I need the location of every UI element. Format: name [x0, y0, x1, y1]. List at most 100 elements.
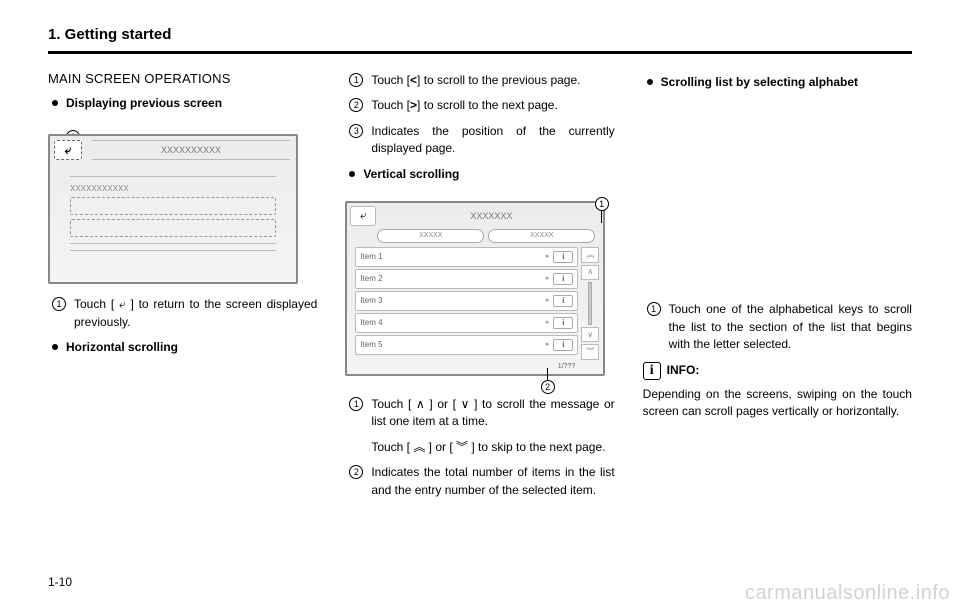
bullet-icon	[52, 344, 58, 350]
chevron-right-icon: ▸	[546, 318, 550, 328]
list-item[interactable]: Item 1▸i	[355, 247, 578, 267]
page-up-button[interactable]: ︽	[581, 247, 599, 263]
figure-title: XXXXXXX	[379, 203, 603, 229]
step-number: 1	[349, 73, 363, 87]
info-label: INFO:	[667, 362, 700, 379]
page-down-button[interactable]: ︾	[581, 344, 599, 360]
chevron-right-icon: ▸	[546, 340, 550, 350]
figure-titlebar: ⤶ XXXXXXXXXX	[50, 136, 296, 164]
figure-placeholder-blank	[643, 99, 912, 299]
step-number: 3	[349, 124, 363, 138]
figure-placeholder-row	[70, 197, 276, 215]
step-text: Touch [ ∧ ] or [ ∨ ] to scroll the messa…	[371, 396, 614, 431]
columns: MAIN SCREEN OPERATIONS Displaying previo…	[48, 70, 912, 507]
step-1: 1 Touch [<] to scroll to the previous pa…	[349, 72, 614, 89]
bullet-text: Horizontal scrolling	[66, 339, 178, 356]
manual-page: 1. Getting started MAIN SCREEN OPERATION…	[0, 0, 960, 507]
list-item[interactable]: Item 4▸i	[355, 313, 578, 333]
figure-callout-1: 1	[595, 197, 609, 223]
column-1: MAIN SCREEN OPERATIONS Displaying previo…	[48, 70, 317, 507]
figure-list: Item 1▸i Item 2▸i Item 3▸i Item 4▸i Item…	[355, 247, 578, 360]
figure-tab[interactable]: XXXXX	[488, 229, 595, 243]
step-text: Touch [>] to scroll to the next page.	[371, 97, 614, 114]
info-icon: i	[553, 295, 573, 307]
step-sub-text: Touch [ ︽ ] or [ ︾ ] to skip to the next…	[371, 439, 614, 456]
figure-placeholder-row	[70, 219, 276, 237]
bullet-icon	[52, 100, 58, 106]
bullet-text: Scrolling list by selecting alphabet	[661, 74, 858, 91]
section-title: MAIN SCREEN OPERATIONS	[48, 70, 317, 89]
step-text: Touch [ ⤶ ] to return to the screen disp…	[74, 296, 317, 331]
bullet-text: Displaying previous screen	[66, 95, 222, 112]
chapter-title: 1. Getting started	[48, 26, 912, 43]
step-1b: 1 Touch [ ∧ ] or [ ∨ ] to scroll the mes…	[349, 396, 614, 431]
figure-screen: ⤶ XXXXXXX XXXXX XXXXX Item 1▸i Item 2▸i …	[345, 201, 605, 376]
figure-line	[70, 243, 276, 244]
info-icon: i	[553, 339, 573, 351]
step-number: 2	[349, 98, 363, 112]
step-3: 3 Indicates the position of the currentl…	[349, 123, 614, 158]
step-number: 1	[647, 302, 661, 316]
info-icon: i	[553, 317, 573, 329]
scroll-down-button[interactable]: ∨	[581, 327, 599, 343]
figure-tab[interactable]: XXXXX	[377, 229, 484, 243]
scrollbar: ︽ ∧ ∨ ︾	[581, 247, 599, 360]
callout-number: 1	[595, 197, 609, 211]
column-2: 1 Touch [<] to scroll to the previous pa…	[345, 70, 614, 507]
info-icon: i	[643, 362, 661, 380]
bullet-icon	[349, 171, 355, 177]
chevron-right-icon: ▸	[546, 252, 550, 262]
step-1: 1 Touch [ ⤶ ] to return to the screen di…	[52, 296, 317, 331]
step-number: 1	[349, 397, 363, 411]
chevron-right-icon: ▸	[546, 296, 550, 306]
step-number: 1	[52, 297, 66, 311]
bullet-text: Vertical scrolling	[363, 166, 459, 183]
page-number: 1-10	[48, 575, 72, 589]
figure-title: XXXXXXXXXX	[92, 140, 290, 160]
step-text: Touch [<] to scroll to the previous page…	[371, 72, 614, 89]
back-button[interactable]: ⤶	[54, 140, 82, 160]
figure-body: XXXXXXXXXXX	[50, 164, 296, 263]
figure-callout-2: 2	[541, 368, 555, 394]
info-icon: i	[553, 251, 573, 263]
figure-screen: ⤶ XXXXXXXXXX XXXXXXXXXXX	[48, 134, 298, 284]
figure-prev-screen: 1 ⤶ XXXXXXXXXX XXXXXXXXXXX	[48, 134, 317, 284]
bullet-prev-screen: Displaying previous screen	[52, 95, 317, 112]
step-number: 2	[349, 465, 363, 479]
info-heading: i INFO:	[643, 362, 912, 380]
figure-row-label: XXXXXXXXXXX	[70, 183, 276, 195]
step-2b: 2 Indicates the total number of items in…	[349, 464, 614, 499]
scroll-track[interactable]	[588, 282, 592, 325]
back-icon: ⤶	[360, 207, 367, 224]
column-3: Scrolling list by selecting alphabet 1 T…	[643, 70, 912, 507]
list-item[interactable]: Item 3▸i	[355, 291, 578, 311]
bullet-icon	[647, 79, 653, 85]
scroll-up-button[interactable]: ∧	[581, 265, 599, 281]
figure-vertical-scroll: 1 ⤶ XXXXXXX XXXXX XXXXX	[345, 201, 614, 376]
bullet-vertical-scrolling: Vertical scrolling	[349, 166, 614, 183]
step-text: Indicates the position of the currently …	[371, 123, 614, 158]
info-body: Depending on the screens, swiping on the…	[643, 386, 912, 421]
back-button[interactable]: ⤶	[350, 206, 376, 226]
step-2: 2 Touch [>] to scroll to the next page.	[349, 97, 614, 114]
figure-line	[70, 250, 276, 251]
callout-number: 2	[541, 380, 555, 394]
figure-line	[70, 176, 276, 177]
step-text: Touch one of the alphabetical keys to sc…	[669, 301, 912, 353]
figure-main: Item 1▸i Item 2▸i Item 3▸i Item 4▸i Item…	[347, 247, 603, 362]
info-icon: i	[553, 273, 573, 285]
bullet-horizontal-scrolling: Horizontal scrolling	[52, 339, 317, 356]
figure-tabs: XXXXX XXXXX	[347, 229, 603, 247]
back-icon: ⤶	[65, 142, 72, 159]
watermark: carmanualsonline.info	[745, 582, 950, 605]
callout-leader	[547, 368, 548, 380]
bullet-alphabet-scroll: Scrolling list by selecting alphabet	[647, 74, 912, 91]
figure-footer: 1/???	[347, 362, 603, 374]
step-text: Indicates the total number of items in t…	[371, 464, 614, 499]
list-item[interactable]: Item 5▸i	[355, 335, 578, 355]
callout-leader	[601, 211, 602, 223]
chevron-right-icon: ▸	[546, 274, 550, 284]
header-divider	[48, 51, 912, 54]
figure-titlebar: ⤶ XXXXXXX	[347, 203, 603, 229]
list-item[interactable]: Item 2▸i	[355, 269, 578, 289]
